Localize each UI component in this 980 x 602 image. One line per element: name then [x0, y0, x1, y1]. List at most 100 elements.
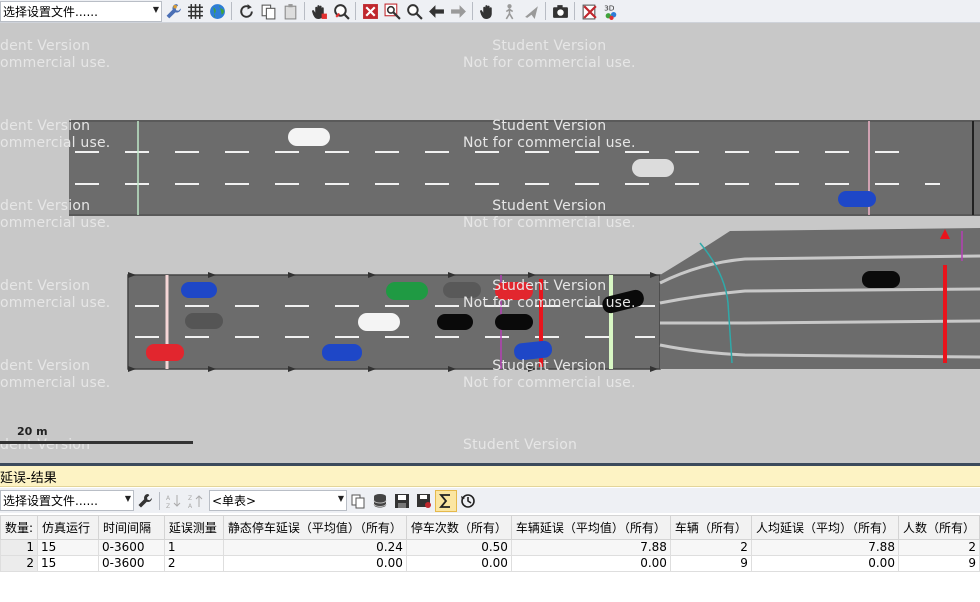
column-header[interactable]: 延误测量 [163, 515, 224, 540]
vehicle [862, 271, 900, 288]
table-cell[interactable]: 0.50 [405, 539, 512, 556]
vehicle [185, 313, 223, 329]
watermark: dent Version ommercial use. [0, 278, 111, 311]
svg-text:A: A [188, 503, 193, 509]
table-row[interactable]: 1 15 0-3600 1 0.24 0.50 7.88 2 7.88 2 [0, 539, 980, 556]
database-icon[interactable] [369, 490, 391, 512]
results-pane-title: 延误-结果 [0, 466, 980, 487]
watermark: Student Version Not for commercial use. [463, 198, 636, 231]
sort-ascending-icon[interactable]: AZ [163, 490, 185, 512]
camera-icon[interactable] [549, 0, 571, 22]
table-row[interactable]: 2 15 0-3600 2 0.00 0.00 0.00 9 0.00 9 [0, 555, 980, 572]
history-icon[interactable] [457, 490, 479, 512]
table-cell[interactable]: 7.88 [510, 539, 671, 556]
table-cell[interactable]: 0.00 [750, 555, 899, 572]
table-cell[interactable]: 0-3600 [98, 539, 165, 556]
vehicle [181, 282, 217, 298]
layout-select[interactable]: 选择设置文件...... ▼ [0, 0, 162, 22]
vehicle [386, 282, 428, 300]
copy-icon[interactable] [347, 490, 369, 512]
sum-icon[interactable] [435, 489, 457, 512]
network-editor-canvas[interactable]: Student Version Not for commercial use. S… [0, 23, 980, 463]
vehicle [632, 159, 674, 177]
column-header[interactable]: 静态停车延误（平均值）（所有） [222, 515, 407, 540]
watermark: dent Version ommercial use. [0, 118, 111, 151]
row-number[interactable]: 1 [0, 539, 39, 556]
svg-text:A: A [166, 495, 171, 502]
pan-hand-icon[interactable] [308, 0, 330, 22]
results-layout-value: 选择设置文件...... [3, 494, 98, 508]
table-cell[interactable]: 0.00 [510, 555, 671, 572]
3d-icon[interactable]: 3D [600, 0, 622, 22]
table-cell[interactable]: 0-3600 [98, 555, 165, 572]
list-select[interactable]: <单表> ▼ [209, 490, 347, 511]
watermark: Student Version Not for commercial use. [463, 278, 636, 311]
chevron-down-icon: ▼ [337, 494, 344, 503]
table-cell[interactable]: 0.24 [222, 539, 407, 556]
scale-label: 20 m [17, 425, 48, 438]
chevron-down-icon: ▼ [124, 494, 131, 503]
column-header[interactable]: 车辆（所有） [669, 515, 752, 540]
back-arrow-icon[interactable] [425, 0, 447, 22]
copy-icon[interactable] [257, 0, 279, 22]
vehicle [146, 344, 184, 361]
results-layout-select[interactable]: 选择设置文件...... ▼ [0, 490, 134, 511]
zoom-fit-icon[interactable] [359, 0, 381, 22]
grid-icon[interactable] [184, 0, 206, 22]
clipboard-icon[interactable] [279, 0, 301, 22]
table-cell[interactable]: 15 [37, 555, 99, 572]
plane-icon[interactable] [520, 0, 542, 22]
pedestrian-icon[interactable] [498, 0, 520, 22]
watermark: dent Version ommercial use. [0, 198, 111, 231]
network-drawing [69, 120, 980, 372]
save-icon[interactable] [391, 490, 413, 512]
column-header[interactable]: 仿真运行 [37, 515, 99, 540]
vehicle [358, 313, 400, 331]
save-as-icon[interactable] [413, 490, 435, 512]
vehicle [437, 314, 473, 330]
sort-descending-icon[interactable]: ZA [185, 490, 207, 512]
column-header[interactable]: 人均延误（平均）（所有） [750, 515, 899, 540]
column-header[interactable]: 车辆延误（平均值）（所有） [510, 515, 671, 540]
vehicle [838, 191, 876, 207]
rotate-icon[interactable] [235, 0, 257, 22]
watermark: Student Version Not for commercial use. [463, 38, 636, 71]
watermark: Student Version Not for commercial use. [463, 358, 636, 391]
table-cell[interactable]: 2 [669, 539, 752, 556]
wrench-icon[interactable] [134, 490, 156, 512]
table-cell[interactable]: 9 [669, 555, 752, 572]
column-header[interactable]: 时间间隔 [98, 515, 165, 540]
watermark: dent Version ommercial use. [0, 358, 111, 391]
hand-icon[interactable] [476, 0, 498, 22]
column-header[interactable]: 数量: [0, 515, 39, 540]
table-cell[interactable]: 7.88 [750, 539, 899, 556]
table-cell[interactable]: 9 [897, 555, 980, 572]
svg-text:3D: 3D [604, 3, 615, 12]
wrench-icon[interactable] [162, 0, 184, 22]
table-cell[interactable]: 1 [163, 539, 224, 556]
table-cell[interactable]: 2 [897, 539, 980, 556]
zoom-window-icon[interactable] [381, 0, 403, 22]
results-title: 延误-结果 [0, 470, 57, 486]
table-cell[interactable]: 15 [37, 539, 99, 556]
globe-icon[interactable] [206, 0, 228, 22]
row-number[interactable]: 2 [0, 555, 39, 572]
main-toolbar: 选择设置文件...... ▼ 3D [0, 0, 980, 23]
forward-arrow-icon[interactable] [447, 0, 469, 22]
zoom-hand-icon[interactable] [330, 0, 352, 22]
list-select-value: <单表> [212, 494, 257, 508]
zoom-icon[interactable] [403, 0, 425, 22]
column-header[interactable]: 停车次数（所有） [405, 515, 512, 540]
table-cell[interactable]: 2 [163, 555, 224, 572]
scale-bar [0, 441, 193, 444]
connector-area [660, 228, 980, 369]
table-cell[interactable]: 0.00 [405, 555, 512, 572]
chevron-down-icon: ▼ [152, 4, 159, 14]
table-cell[interactable]: 0.00 [222, 555, 407, 572]
table-header-row: 数量: 仿真运行 时间间隔 延误测量 静态停车延误（平均值）（所有） 停车次数（… [0, 515, 980, 540]
results-table: 数量: 仿真运行 时间间隔 延误测量 静态停车延误（平均值）（所有） 停车次数（… [0, 515, 980, 572]
delete-view-icon[interactable] [578, 0, 600, 22]
vehicle [495, 314, 533, 330]
vehicle [288, 128, 330, 146]
column-header[interactable]: 人数（所有） [897, 515, 980, 540]
